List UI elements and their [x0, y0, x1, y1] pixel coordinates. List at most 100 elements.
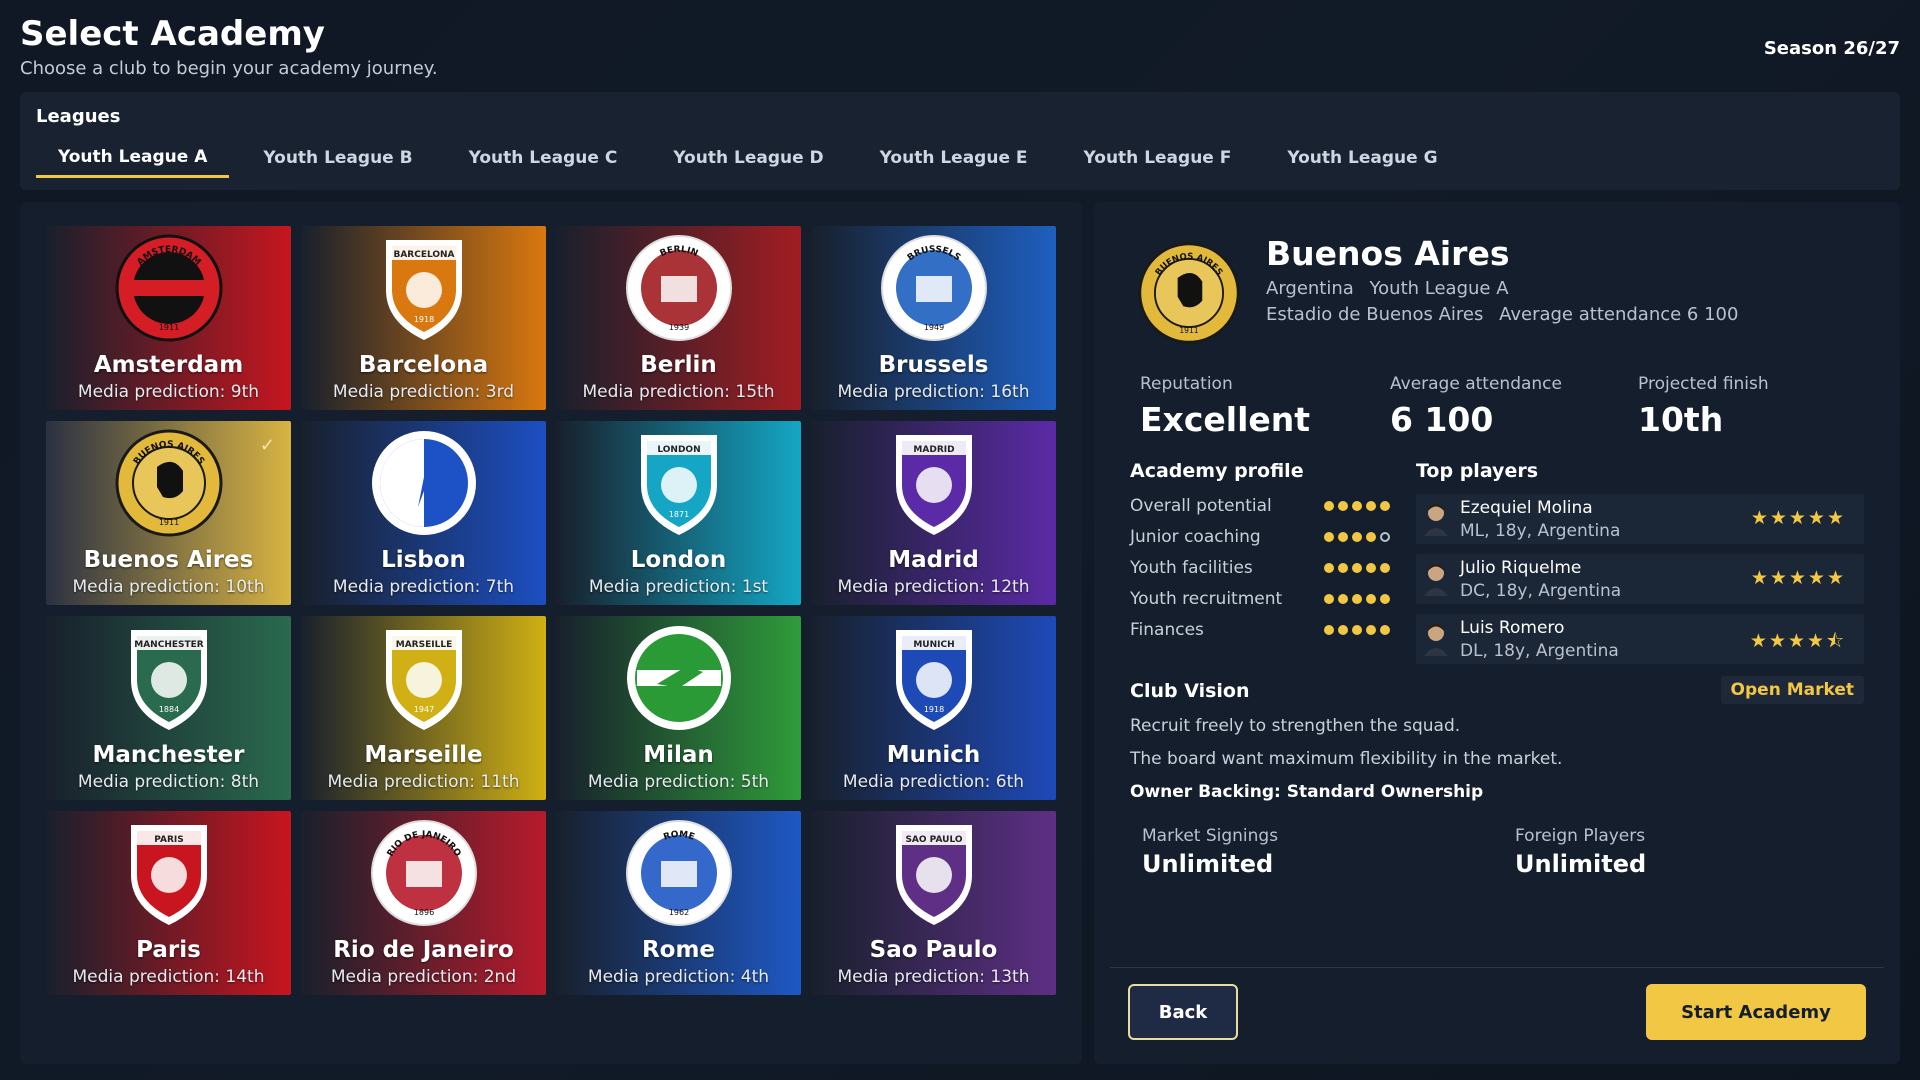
club-card-barcelona[interactable]: BARCELONA 1918 Barcelona Media prediction: … [301, 226, 546, 410]
svg-text:MUNICH: MUNICH [913, 640, 954, 650]
rio-de-janeiro-crest-icon: RIO DE JANEIRO 1896 [368, 817, 480, 929]
academy-profile: Overall potential Junior coaching Youth fa… [1130, 490, 1390, 645]
player-info: DC, 18y, Argentina [1460, 581, 1622, 601]
stat-label: Reputation [1140, 374, 1233, 394]
svg-text:MARSEILLE: MARSEILLE [395, 640, 451, 650]
tab-youth-league-e[interactable]: Youth League E [858, 138, 1050, 178]
player-name: Ezequiel Molina [1460, 498, 1593, 518]
rating-dot [1380, 562, 1390, 573]
svg-text:1911: 1911 [158, 518, 178, 527]
stat-value: 6 100 [1390, 400, 1494, 439]
back-button[interactable]: Back [1128, 984, 1238, 1040]
rating-dot [1324, 624, 1334, 635]
selected-club-stadium: Estadio de Buenos Aires [1266, 304, 1484, 325]
tab-youth-league-d[interactable]: Youth League D [651, 138, 845, 178]
stat-average-attendance: Average attendance 6 100 [1390, 374, 1562, 439]
tab-youth-league-g[interactable]: Youth League G [1265, 138, 1459, 178]
tab-youth-league-f[interactable]: Youth League F [1062, 138, 1254, 178]
club-card-munich[interactable]: MUNICH 1918 Munich Media prediction: 6th [811, 616, 1056, 800]
start-academy-button[interactable]: Start Academy [1646, 984, 1866, 1040]
club-name: Marseille [364, 742, 483, 768]
club-card-madrid[interactable]: MADRID Madrid Media prediction: 12th [811, 421, 1056, 605]
tab-youth-league-b[interactable]: Youth League B [241, 138, 434, 178]
club-name: Buenos Aires [83, 547, 254, 573]
club-card-london[interactable]: LONDON 1871 London Media prediction: 1st [556, 421, 801, 605]
rating-dot [1366, 593, 1376, 604]
lisbon-crest-icon [368, 427, 480, 539]
stat-projected-finish: Projected finish 10th [1638, 374, 1769, 439]
amsterdam-crest-icon: AMSTERDAM 1911 [113, 232, 225, 344]
rating-dot [1380, 624, 1390, 635]
leagues-panel: Leagues Youth League A Youth League B Yo… [20, 92, 1900, 190]
tab-youth-league-c[interactable]: Youth League C [447, 138, 640, 178]
rating-dot [1338, 624, 1348, 635]
club-media-prediction: Media prediction: 9th [77, 382, 260, 402]
club-media-prediction: Media prediction: 14th [72, 967, 265, 987]
rating-dot [1380, 593, 1390, 604]
club-card-manchester[interactable]: MANCHESTER 1884 Manchester Media prediction… [46, 616, 291, 800]
rating-dot [1352, 531, 1362, 542]
club-media-prediction: Media prediction: 13th [837, 967, 1030, 987]
player-star-rating: ★★★★★ [1750, 507, 1846, 529]
club-media-prediction: Media prediction: 12th [837, 577, 1030, 597]
page-subtitle: Choose a club to begin your academy jour… [20, 58, 438, 79]
club-card-rome[interactable]: ROME 1962 Rome Media prediction: 4th [556, 811, 801, 995]
selected-club-crest-icon: BUENOS AIRES 1911 [1136, 240, 1242, 346]
player-row[interactable]: Ezequiel Molina ML, 18y, Argentina ★★★★★ [1416, 494, 1864, 544]
rating-dot [1338, 531, 1348, 542]
london-crest-icon: LONDON 1871 [623, 427, 735, 539]
top-players-list: Ezequiel Molina ML, 18y, Argentina ★★★★★ Ju… [1416, 494, 1864, 674]
profile-row-finances: Finances [1130, 614, 1390, 645]
club-card-paris[interactable]: PARIS Paris Media prediction: 14th [46, 811, 291, 995]
club-card-brussels[interactable]: BRUSSELS 1949 Brussels Media prediction: 16… [811, 226, 1056, 410]
club-media-prediction: Media prediction: 4th [587, 967, 770, 987]
profile-label: Youth recruitment [1130, 588, 1283, 609]
market-signings: Market Signings Unlimited [1142, 826, 1278, 878]
academy-profile-title: Academy profile [1130, 460, 1304, 482]
club-card-amsterdam[interactable]: AMSTERDAM 1911 Amsterdam Media prediction: … [46, 226, 291, 410]
selected-club-league: Youth League A [1369, 278, 1509, 299]
svg-text:LONDON: LONDON [657, 445, 700, 455]
vision-badge: Open Market [1720, 676, 1864, 704]
rating-dot [1380, 500, 1390, 511]
svg-text:MANCHESTER: MANCHESTER [134, 640, 204, 650]
rating-dot [1366, 562, 1376, 573]
club-name: Manchester [92, 742, 245, 768]
player-name: Julio Riquelme [1460, 558, 1582, 578]
signings-value: Unlimited [1142, 850, 1274, 878]
svg-text:1918: 1918 [923, 705, 943, 714]
club-card-buenos-aires[interactable]: BUENOS AIRES 1911 Buenos Aires Media predic… [46, 421, 291, 605]
rating-dot [1352, 562, 1362, 573]
club-grid-panel: AMSTERDAM 1911 Amsterdam Media prediction: … [20, 202, 1082, 1064]
profile-row-junior-coaching: Junior coaching [1130, 521, 1390, 552]
foreign-players: Foreign Players Unlimited [1515, 826, 1646, 878]
club-card-sao-paulo[interactable]: SAO PAULO Sao Paulo Media prediction: 13th [811, 811, 1056, 995]
club-name: Rio de Janeiro [333, 937, 514, 963]
svg-text:MADRID: MADRID [913, 445, 954, 455]
club-card-milan[interactable]: Milan Media prediction: 5th [556, 616, 801, 800]
rating-dot [1366, 624, 1376, 635]
paris-crest-icon: PARIS [113, 817, 225, 929]
tab-youth-league-a[interactable]: Youth League A [36, 138, 230, 178]
club-media-prediction: Media prediction: 5th [587, 772, 770, 792]
signings-label: Foreign Players [1515, 826, 1646, 846]
signings-value: Unlimited [1515, 850, 1647, 878]
svg-text:1896: 1896 [413, 908, 433, 917]
player-row[interactable]: Luis Romero DL, 18y, Argentina ★★★★⯪ [1416, 614, 1864, 664]
munich-crest-icon: MUNICH 1918 [878, 622, 990, 734]
player-info: ML, 18y, Argentina [1460, 521, 1621, 541]
svg-text:1884: 1884 [158, 705, 178, 714]
rating-dot [1338, 593, 1348, 604]
player-avatar-icon [1422, 622, 1450, 656]
club-card-berlin[interactable]: BERLIN 1939 Berlin Media prediction: 15th [556, 226, 801, 410]
club-card-rio-de-janeiro[interactable]: RIO DE JANEIRO 1896 Rio de Janeiro Media pr… [301, 811, 546, 995]
rating-dot [1352, 500, 1362, 511]
club-card-marseille[interactable]: MARSEILLE 1947 Marseille Media prediction: … [301, 616, 546, 800]
player-row[interactable]: Julio Riquelme DC, 18y, Argentina ★★★★★ [1416, 554, 1864, 604]
player-star-rating: ★★★★⯪ [1749, 630, 1846, 652]
svg-text:1911: 1911 [158, 323, 178, 332]
top-players-title: Top players [1416, 460, 1539, 482]
club-media-prediction: Media prediction: 11th [327, 772, 520, 792]
season-label: Season 26/27 [1763, 38, 1900, 59]
club-card-lisbon[interactable]: Lisbon Media prediction: 7th [301, 421, 546, 605]
